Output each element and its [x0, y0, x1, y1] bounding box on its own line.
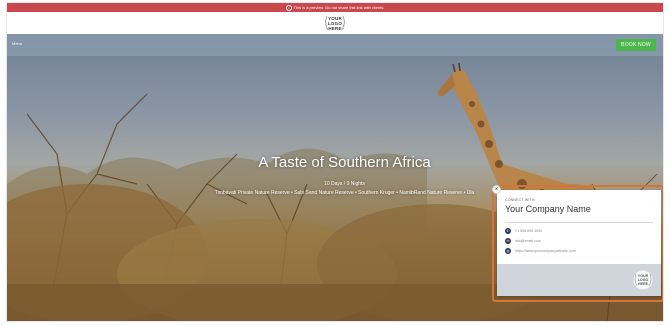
top-nav: Menu BOOK NOW — [7, 34, 663, 56]
close-icon[interactable]: × — [492, 185, 501, 194]
email-icon: ✉ — [505, 238, 511, 244]
card-company-logo: YOUR LOGO HERE — [632, 270, 654, 290]
preview-banner: i This is a preview. Do not share this l… — [7, 3, 663, 12]
hero-banner: Menu BOOK NOW A Taste of Southern Africa… — [7, 34, 663, 321]
menu-link[interactable]: Menu — [12, 41, 22, 46]
info-icon: i — [285, 4, 292, 11]
email-row[interactable]: ✉ info@email.com — [505, 238, 541, 244]
email-address: info@email.com — [515, 239, 541, 243]
trip-route: Timbavati Private Nature Reserve • Sabi … — [214, 190, 475, 196]
card-logo-line-3: HERE — [638, 282, 648, 286]
hero-title: A Taste of Southern Africa — [258, 154, 431, 171]
hero-text: A Taste of Southern Africa 10 Days / 9 N… — [187, 154, 502, 196]
logo-bar: YOUR LOGO HERE — [7, 12, 663, 35]
company-logo[interactable]: YOUR LOGO HERE — [322, 13, 348, 33]
phone-icon: ✆ — [505, 228, 511, 234]
connect-with-label: CONNECT WITH — [505, 198, 535, 202]
company-name: Your Company Name — [505, 204, 591, 214]
phone-number: +1 555 000 1000 — [515, 229, 543, 233]
browser-frame: i This is a preview. Do not share this l… — [7, 3, 663, 321]
laurel-wreath-icon — [324, 15, 346, 31]
website-url: https://www.yourcompanywebsite.com — [515, 249, 576, 253]
card-divider — [505, 222, 653, 223]
contact-card: × CONNECT WITH Your Company Name ✆ +1 55… — [492, 185, 661, 296]
trip-duration: 10 Days / 9 Nights — [324, 181, 365, 187]
book-now-button[interactable]: BOOK NOW — [616, 39, 656, 51]
phone-row[interactable]: ✆ +1 555 000 1000 — [505, 228, 542, 234]
globe-icon: ◍ — [505, 248, 511, 254]
website-row[interactable]: ◍ https://www.yourcompanywebsite.com — [505, 248, 576, 254]
preview-banner-text: This is a preview. Do not share this lin… — [293, 5, 385, 10]
